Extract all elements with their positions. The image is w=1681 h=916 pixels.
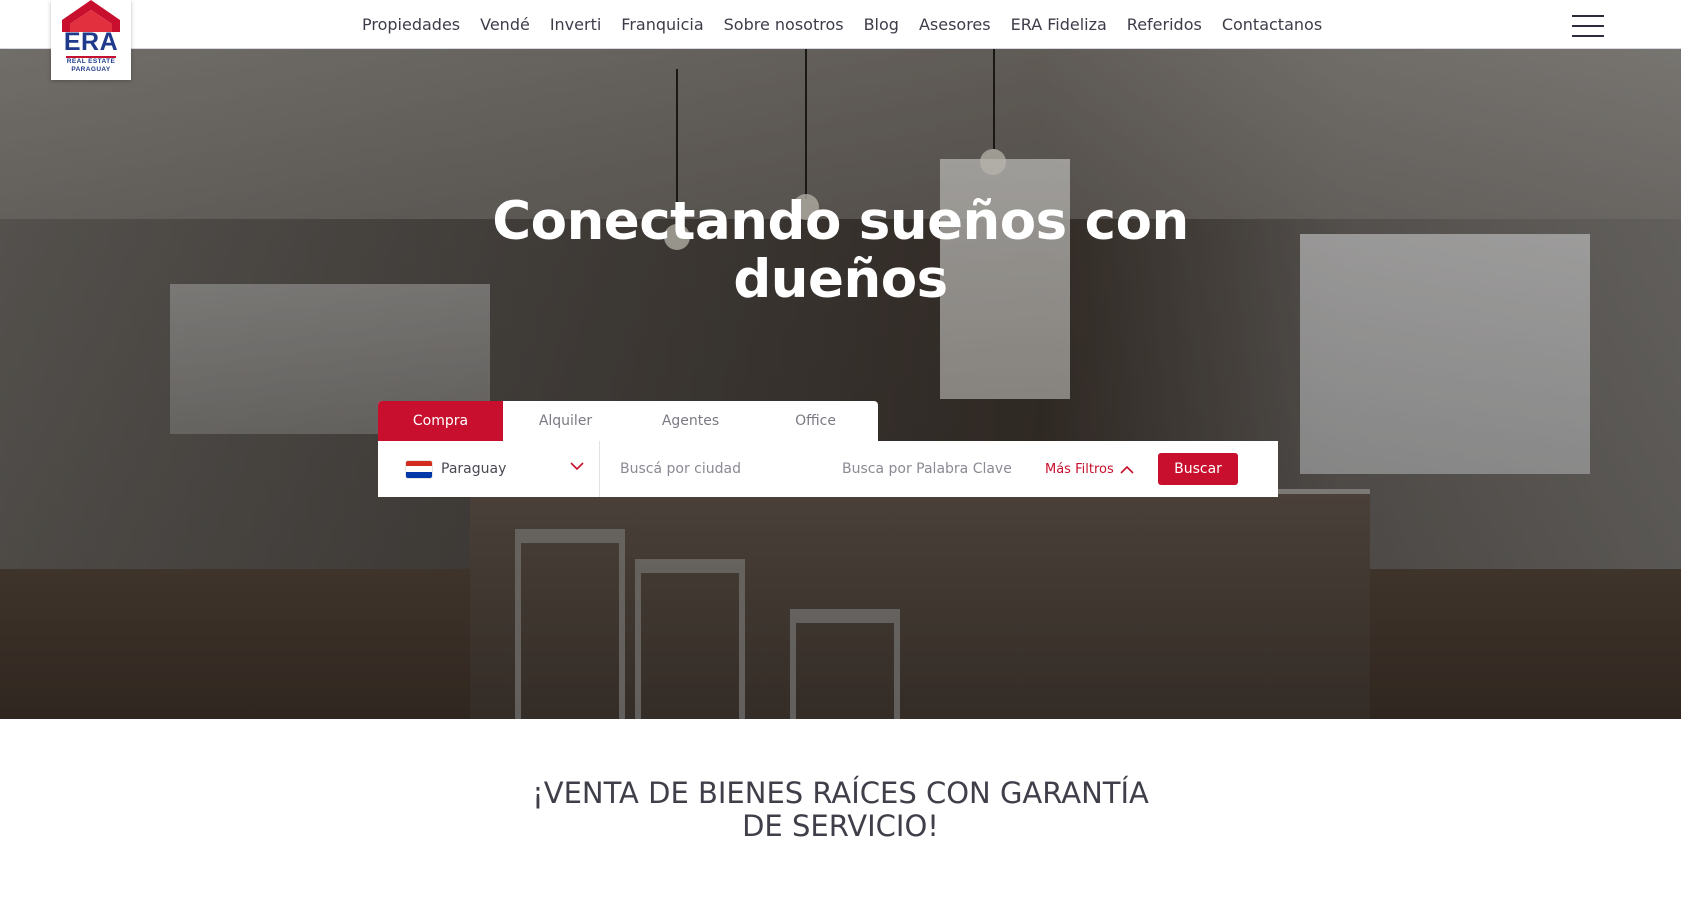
city-search-input[interactable]: [600, 441, 822, 497]
hero-title-text: Conectando sueños con dueños: [492, 191, 1189, 310]
nav-item-contactanos[interactable]: Contactanos: [1222, 15, 1322, 34]
chevron-down-icon: [570, 462, 584, 471]
tab-alquiler[interactable]: Alquiler: [503, 401, 628, 441]
main-navigation: Propiedades Vendé Inverti Franquicia Sob…: [362, 0, 1322, 48]
hamburger-line: [1572, 35, 1604, 37]
country-select[interactable]: Paraguay: [378, 441, 600, 497]
tab-agentes[interactable]: Agentes: [628, 401, 753, 441]
nav-item-sobre-nosotros[interactable]: Sobre nosotros: [724, 15, 844, 34]
hero-title: Conectando sueños con dueños: [0, 193, 1681, 309]
hero-overlay: [0, 49, 1681, 719]
keyword-search-input[interactable]: [822, 441, 1045, 497]
search-tabs: Compra Alquiler Agentes Office: [378, 401, 878, 441]
logo-subtext-2: PARAGUAY: [71, 66, 111, 73]
country-select-value: Paraguay: [441, 461, 507, 477]
nav-item-referidos[interactable]: Referidos: [1127, 15, 1202, 34]
hamburger-line: [1572, 25, 1604, 27]
top-navigation-bar: ERA REAL ESTATE PARAGUAY Propiedades Ven…: [0, 0, 1681, 80]
section-tagline: ¡VENTA DE BIENES RAÍCES CON GARANTÍA DE …: [0, 777, 1681, 843]
hero-section: [0, 49, 1681, 719]
nav-item-era-fideliza[interactable]: ERA Fideliza: [1011, 15, 1107, 34]
tagline-text: ¡VENTA DE BIENES RAÍCES CON GARANTÍA DE …: [532, 776, 1149, 843]
nav-item-inverti[interactable]: Inverti: [550, 15, 601, 34]
nav-item-vende[interactable]: Vendé: [480, 15, 530, 34]
paraguay-flag-icon: [406, 460, 432, 478]
nav-item-asesores[interactable]: Asesores: [919, 15, 991, 34]
more-filters-label: Más Filtros: [1045, 461, 1114, 477]
nav-item-franquicia[interactable]: Franquicia: [621, 15, 703, 34]
hamburger-menu-icon[interactable]: [1572, 15, 1604, 37]
search-button[interactable]: Buscar: [1158, 453, 1238, 485]
logo-subtext-1: REAL ESTATE: [66, 58, 116, 65]
logo-wordmark: ERA: [63, 28, 119, 56]
chevron-up-icon: [1120, 465, 1134, 474]
era-logo[interactable]: ERA REAL ESTATE PARAGUAY: [51, 0, 131, 80]
nav-item-blog[interactable]: Blog: [864, 15, 899, 34]
nav-item-propiedades[interactable]: Propiedades: [362, 15, 460, 34]
hamburger-line: [1572, 15, 1604, 17]
search-bar: Paraguay Más Filtros Buscar: [378, 441, 1278, 497]
tab-compra[interactable]: Compra: [378, 401, 503, 441]
tab-office[interactable]: Office: [753, 401, 878, 441]
more-filters-toggle[interactable]: Más Filtros: [1045, 462, 1158, 477]
